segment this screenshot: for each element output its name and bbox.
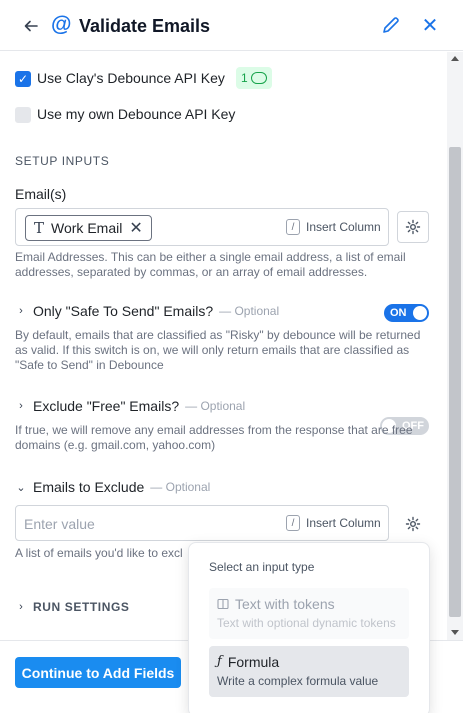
emails-label: Email(s) <box>15 186 67 202</box>
scroll-down-arrow-icon[interactable] <box>451 630 459 635</box>
insert-column-label: Insert Column <box>306 516 381 530</box>
close-icon[interactable]: ✕ <box>420 15 440 37</box>
gear-icon <box>405 219 421 235</box>
optional-tag: — Optional <box>150 480 211 494</box>
option-description: Text with optional dynamic tokens <box>217 616 396 630</box>
chip-label: Work Email <box>51 220 123 236</box>
credit-count: 1 <box>241 71 248 85</box>
option-text-with-tokens: Text with tokens Text with optional dyna… <box>209 588 409 639</box>
work-email-chip[interactable]: T Work Email ✕ <box>25 215 152 241</box>
emails-to-exclude-row[interactable]: ⌄ Emails to Exclude — Optional <box>15 479 210 495</box>
option-name: Formula <box>227 654 280 670</box>
emails-settings-button[interactable] <box>397 211 429 243</box>
optional-tag: — Optional <box>185 399 246 413</box>
slash-key-icon: / <box>286 515 300 531</box>
option-name: Text with tokens <box>235 596 335 612</box>
exclude-free-label: Exclude "Free" Emails? <box>33 398 180 414</box>
emails-input[interactable]: T Work Email ✕ / Insert Column <box>15 208 389 246</box>
emails-to-exclude-label: Emails to Exclude <box>33 479 145 495</box>
continue-button[interactable]: Continue to Add Fields <box>15 657 181 688</box>
setup-inputs-title: SETUP INPUTS <box>15 154 110 168</box>
emails-help: Email Addresses. This can be either a si… <box>15 250 406 279</box>
option-description: Write a complex formula value <box>217 674 379 688</box>
use-own-key-checkbox[interactable] <box>15 107 31 123</box>
at-sign-icon: @ <box>51 13 72 36</box>
safe-to-send-row[interactable]: › Only "Safe To Send" Emails? — Optional <box>15 303 279 319</box>
scrollbar-thumb[interactable] <box>449 147 461 617</box>
function-icon: ƒ <box>217 654 222 669</box>
pencil-icon[interactable] <box>381 15 403 37</box>
chevron-down-icon: ⌄ <box>16 481 26 494</box>
insert-column[interactable]: / Insert Column <box>286 219 381 235</box>
exclude-settings-button[interactable] <box>397 508 429 540</box>
gear-icon <box>405 516 421 532</box>
book-icon <box>217 598 229 610</box>
arrow-left-icon[interactable] <box>22 17 40 35</box>
emails-to-exclude-help: A list of emails you'd like to excl <box>15 546 183 560</box>
toggle-state-label: ON <box>390 307 407 319</box>
toggle-knob <box>413 306 427 320</box>
safe-to-send-help: By default, emails that are classified a… <box>15 328 421 372</box>
insert-column[interactable]: / Insert Column <box>286 515 381 531</box>
remove-chip-icon[interactable]: ✕ <box>129 218 142 238</box>
slash-key-icon: / <box>286 219 300 235</box>
chevron-right-icon: › <box>19 601 23 613</box>
panel-header: @ Validate Emails ✕ <box>0 0 463 51</box>
run-settings-label: RUN SETTINGS <box>33 600 130 614</box>
use-own-key-label: Use my own Debounce API Key <box>37 106 236 122</box>
credit-badge: 1 <box>236 67 272 89</box>
scroll-up-arrow-icon[interactable] <box>451 56 459 61</box>
input-type-popover: Select an input type Text with tokens Te… <box>188 542 430 713</box>
safe-to-send-label: Only "Safe To Send" Emails? <box>33 303 214 319</box>
exclude-free-row[interactable]: › Exclude "Free" Emails? — Optional <box>15 398 245 414</box>
run-settings-row[interactable]: › RUN SETTINGS <box>15 600 130 614</box>
safe-to-send-toggle[interactable]: ON <box>384 304 429 322</box>
optional-tag: — Optional <box>219 304 280 318</box>
emails-to-exclude-input[interactable]: Enter value / Insert Column <box>15 505 389 541</box>
exclude-free-help: If true, we will remove any email addres… <box>15 423 413 452</box>
page-title: Validate Emails <box>79 16 211 36</box>
option-formula[interactable]: ƒ Formula Write a complex formula value <box>209 646 409 697</box>
scrollbar[interactable] <box>447 52 463 640</box>
text-type-icon: T <box>34 219 45 237</box>
insert-column-label: Insert Column <box>306 220 381 234</box>
input-placeholder: Enter value <box>24 516 95 532</box>
chevron-right-icon: › <box>19 400 23 412</box>
popover-title: Select an input type <box>209 560 315 574</box>
use-clay-key-label: Use Clay's Debounce API Key <box>37 70 225 86</box>
use-clay-key-checkbox[interactable]: ✓ <box>15 71 31 87</box>
chevron-right-icon: › <box>19 305 23 317</box>
coins-icon <box>250 72 267 84</box>
